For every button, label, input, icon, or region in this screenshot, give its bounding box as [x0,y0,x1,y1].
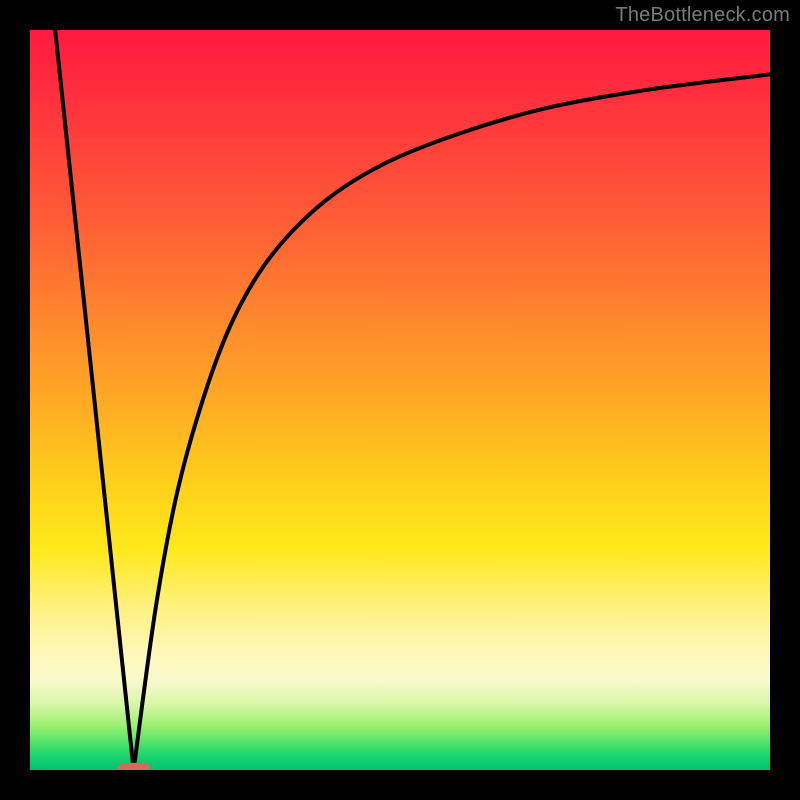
watermark-text: TheBottleneck.com [615,4,790,27]
chart-frame: TheBottleneck.com [0,0,800,800]
notch-marker [117,763,150,770]
plot-area [30,30,770,770]
notch-marker-layer [30,30,770,770]
